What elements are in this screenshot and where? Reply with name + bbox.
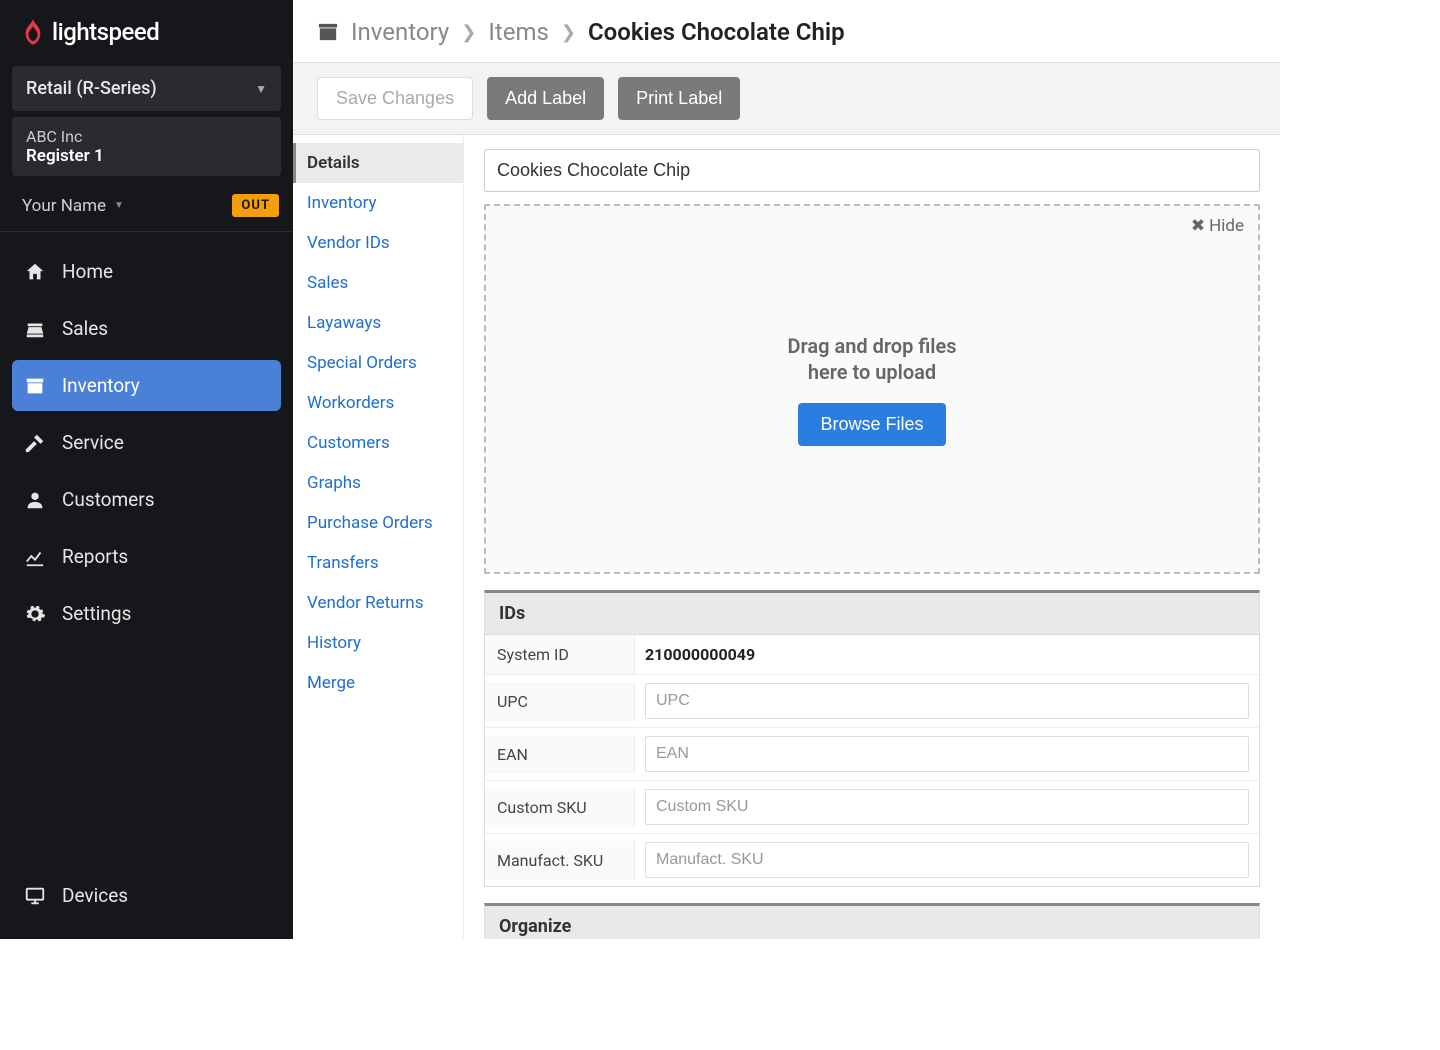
- add-label-button[interactable]: Add Label: [487, 77, 604, 120]
- subnav-purchase-orders[interactable]: Purchase Orders: [293, 503, 463, 543]
- register-name: Register 1: [26, 146, 267, 166]
- user-menu[interactable]: Your Name ▼: [22, 196, 124, 216]
- item-subnav: Details Inventory Vendor IDs Sales Layaw…: [293, 135, 464, 939]
- subnav-layaways[interactable]: Layaways: [293, 303, 463, 343]
- nav-sales[interactable]: Sales: [12, 303, 281, 354]
- subnav-vendor-returns[interactable]: Vendor Returns: [293, 583, 463, 623]
- subnav-special-orders[interactable]: Special Orders: [293, 343, 463, 383]
- system-id-value: 210000000049: [635, 637, 1259, 672]
- nav-label: Settings: [62, 602, 131, 625]
- manufact-sku-input[interactable]: [645, 842, 1249, 878]
- subnav-history[interactable]: History: [293, 623, 463, 663]
- user-icon: [24, 489, 46, 511]
- subnav-graphs[interactable]: Graphs: [293, 463, 463, 503]
- flame-icon: [22, 19, 44, 45]
- nav-service[interactable]: Service: [12, 417, 281, 468]
- company-register[interactable]: ABC Inc Register 1: [12, 117, 281, 176]
- hide-label: Hide: [1209, 216, 1244, 236]
- product-selector-label: Retail (R-Series): [26, 78, 157, 99]
- subnav-vendor-ids[interactable]: Vendor IDs: [293, 223, 463, 263]
- file-dropzone[interactable]: ✖ Hide Drag and drop files here to uploa…: [484, 204, 1260, 574]
- home-icon: [24, 261, 46, 283]
- brand-name: lightspeed: [52, 18, 159, 46]
- nav-label: Service: [62, 431, 124, 454]
- nav-customers[interactable]: Customers: [12, 474, 281, 525]
- print-label-button[interactable]: Print Label: [618, 77, 740, 120]
- chevron-right-icon: ❯: [461, 22, 476, 43]
- archive-icon: [24, 375, 46, 397]
- subnav-customers[interactable]: Customers: [293, 423, 463, 463]
- nav-home[interactable]: Home: [12, 246, 281, 297]
- ean-input[interactable]: [645, 736, 1249, 772]
- custom-sku-label: Custom SKU: [485, 788, 635, 827]
- custom-sku-input[interactable]: [645, 789, 1249, 825]
- system-id-label: System ID: [485, 635, 635, 674]
- item-name-input[interactable]: [484, 149, 1260, 192]
- organize-section: Organize Category Pastry: [484, 903, 1260, 939]
- subnav-workorders[interactable]: Workorders: [293, 383, 463, 423]
- nav-settings[interactable]: Settings: [12, 588, 281, 639]
- upc-label: UPC: [485, 682, 635, 721]
- nav-label: Inventory: [62, 374, 140, 397]
- breadcrumb-current: Cookies Chocolate Chip: [588, 18, 845, 46]
- chart-icon: [24, 546, 46, 568]
- ids-section: IDs System ID 210000000049 UPC EAN Cu: [484, 590, 1260, 887]
- ean-label: EAN: [485, 735, 635, 774]
- breadcrumb-inventory[interactable]: Inventory: [351, 18, 449, 46]
- chevron-right-icon: ❯: [561, 22, 576, 43]
- browse-files-button[interactable]: Browse Files: [798, 403, 945, 446]
- clock-status-badge[interactable]: OUT: [232, 194, 279, 217]
- organize-section-header: Organize: [485, 906, 1259, 939]
- brand-logo: lightspeed: [0, 0, 293, 60]
- hammer-icon: [24, 432, 46, 454]
- nav-label: Devices: [62, 884, 128, 907]
- nav-label: Sales: [62, 317, 108, 340]
- nav-label: Reports: [62, 545, 128, 568]
- user-name-label: Your Name: [22, 196, 106, 216]
- company-name: ABC Inc: [26, 127, 267, 146]
- nav-inventory[interactable]: Inventory: [12, 360, 281, 411]
- nav-label: Customers: [62, 488, 155, 511]
- upc-input[interactable]: [645, 683, 1249, 719]
- subnav-sales[interactable]: Sales: [293, 263, 463, 303]
- subnav-merge[interactable]: Merge: [293, 663, 463, 703]
- subnav-transfers[interactable]: Transfers: [293, 543, 463, 583]
- dropzone-text: Drag and drop files here to upload: [787, 333, 956, 385]
- product-selector[interactable]: Retail (R-Series) ▼: [12, 66, 281, 111]
- ids-section-header: IDs: [485, 593, 1259, 635]
- toolbar: Save Changes Add Label Print Label: [293, 62, 1280, 135]
- chevron-down-icon: ▼: [255, 82, 267, 96]
- nav-label: Home: [62, 260, 113, 283]
- cash-register-icon: [24, 318, 46, 340]
- subnav-inventory[interactable]: Inventory: [293, 183, 463, 223]
- manufact-sku-label: Manufact. SKU: [485, 841, 635, 880]
- nav-reports[interactable]: Reports: [12, 531, 281, 582]
- breadcrumb: Inventory ❯ Items ❯ Cookies Chocolate Ch…: [293, 0, 1280, 62]
- save-changes-button: Save Changes: [317, 77, 473, 120]
- monitor-icon: [24, 885, 46, 907]
- archive-icon: [317, 22, 339, 42]
- gear-icon: [24, 603, 46, 625]
- hide-dropzone-link[interactable]: ✖ Hide: [1191, 216, 1244, 236]
- close-icon: ✖: [1191, 216, 1205, 236]
- subnav-details[interactable]: Details: [293, 143, 463, 183]
- breadcrumb-items[interactable]: Items: [488, 18, 549, 46]
- nav-devices[interactable]: Devices: [12, 870, 281, 921]
- chevron-down-icon: ▼: [114, 200, 124, 211]
